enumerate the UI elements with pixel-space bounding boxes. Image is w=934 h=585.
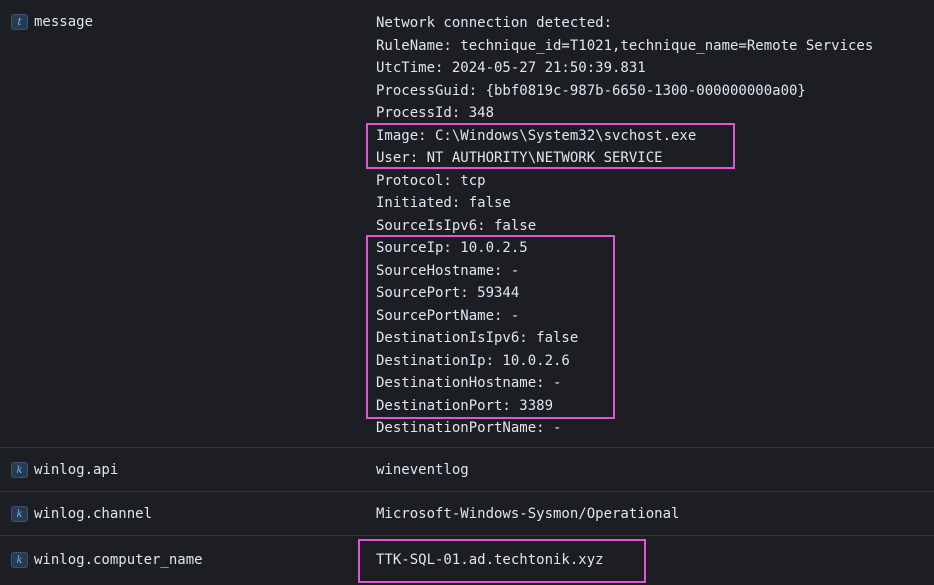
keyword-field-type-icon: k xyxy=(11,506,28,522)
message-line: Protocol: tcp xyxy=(376,172,486,189)
message-line: SourceIp: 10.0.2.5 xyxy=(376,240,528,256)
message-line: Image: C:\Windows\System32\svchost.exe xyxy=(376,127,697,144)
message-value: Network connection detected: RuleName: t… xyxy=(376,12,873,440)
document-fields-table: t message Network connection detected: R… xyxy=(0,0,934,585)
keyword-field-type-icon: k xyxy=(11,552,28,568)
field-row-winlog-computer-name[interactable]: k winlog.computer_name TTK-SQL-01.ad.tec… xyxy=(0,536,934,585)
field-value: TTK-SQL-01.ad.techtonik.xyz xyxy=(376,552,604,568)
message-line: DestinationIp: 10.0.2.6 xyxy=(376,352,570,369)
message-line: ProcessGuid: {bbf0819c-987b-6650-1300-00… xyxy=(376,82,806,99)
field-row-message[interactable]: t message Network connection detected: R… xyxy=(0,0,934,448)
field-name[interactable]: winlog.computer_name xyxy=(34,550,203,570)
keyword-field-type-icon: k xyxy=(11,462,28,478)
field-value: Microsoft-Windows-Sysmon/Operational xyxy=(376,506,680,522)
field-name[interactable]: winlog.channel xyxy=(34,504,152,524)
message-line: ProcessId: 348 xyxy=(376,105,495,121)
message-line: Initiated: false xyxy=(376,195,511,211)
message-line: RuleName: technique_id=T1021,technique_n… xyxy=(376,37,874,54)
message-line: DestinationPort: 3389 xyxy=(376,397,554,414)
field-row-winlog-api[interactable]: k winlog.api wineventlog xyxy=(0,448,934,492)
field-name[interactable]: winlog.api xyxy=(34,460,118,480)
field-name[interactable]: message xyxy=(34,12,93,32)
message-line: User: NT AUTHORITY\NETWORK SERVICE xyxy=(376,150,663,166)
message-line: SourcePortName: - xyxy=(376,307,520,324)
message-line: Network connection detected: xyxy=(376,15,613,31)
message-line: DestinationIsIpv6: false xyxy=(376,330,579,346)
field-value: wineventlog xyxy=(376,462,469,478)
message-line: SourceIsIpv6: false xyxy=(376,217,537,234)
text-field-type-icon: t xyxy=(11,14,28,30)
message-line: SourcePort: 59344 xyxy=(376,285,520,301)
message-line: DestinationPortName: - xyxy=(376,420,562,436)
message-line: DestinationHostname: - xyxy=(376,375,562,391)
field-row-winlog-channel[interactable]: k winlog.channel Microsoft-Windows-Sysmo… xyxy=(0,492,934,536)
message-line: SourceHostname: - xyxy=(376,262,520,279)
message-line: UtcTime: 2024-05-27 21:50:39.831 xyxy=(376,60,646,76)
